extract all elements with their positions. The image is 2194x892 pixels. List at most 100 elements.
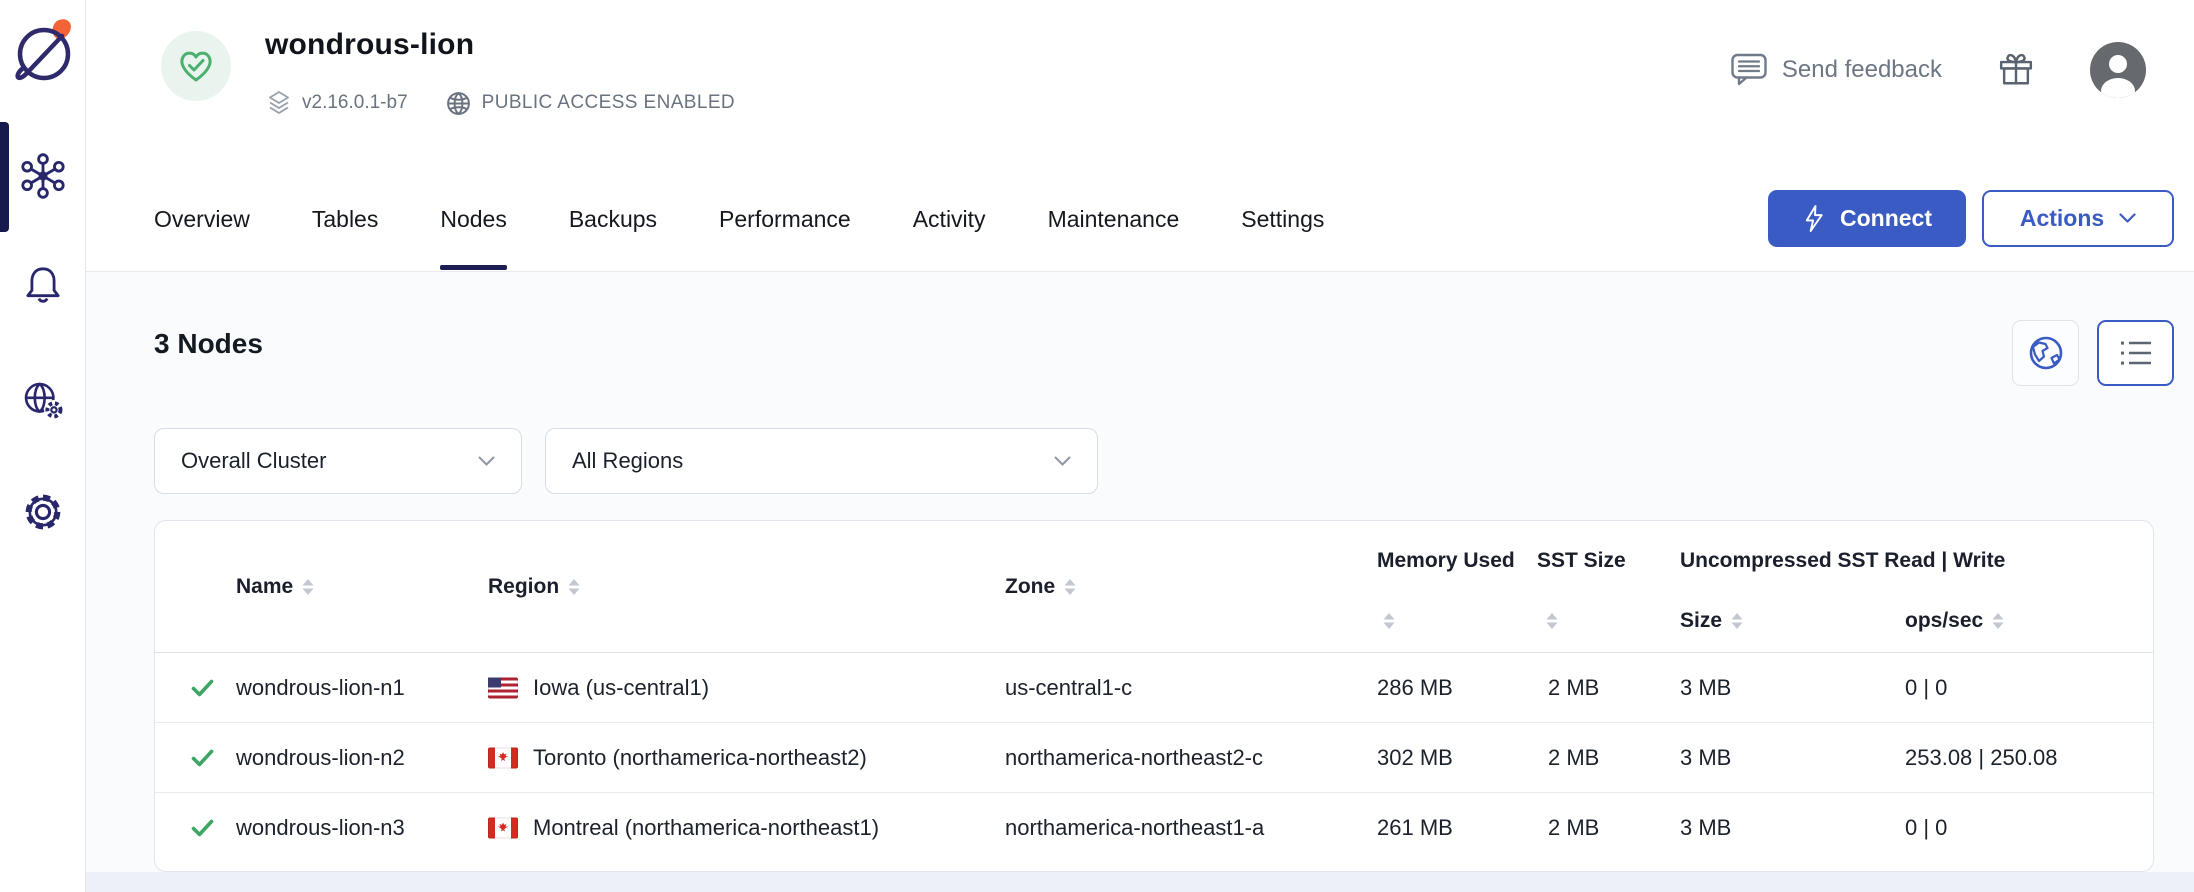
node-sst-size: 2 MB <box>1548 815 1599 841</box>
cluster-filter-select[interactable]: Overall Cluster <box>154 428 522 494</box>
column-header-region[interactable]: Region <box>488 521 580 653</box>
column-header-memory-used[interactable]: Memory Used <box>1377 537 1515 585</box>
send-feedback-label: Send feedback <box>1782 56 1942 84</box>
lightning-icon <box>1802 204 1827 233</box>
node-zone: northamerica-northeast2-c <box>1005 745 1263 771</box>
node-region: Montreal (northamerica-northeast1) <box>533 815 879 841</box>
column-header-zone[interactable]: Zone <box>1005 521 1076 653</box>
column-header-size[interactable]: Size <box>1680 597 1743 645</box>
sort-arrows-icon <box>302 579 314 595</box>
header-actions: Send feedback <box>1729 42 2146 98</box>
connect-label: Connect <box>1840 205 1932 232</box>
sidebar-item-network[interactable] <box>0 378 86 422</box>
ca-flag-icon <box>488 818 518 839</box>
node-name: wondrous-lion-n2 <box>236 745 405 771</box>
region-filter-value: All Regions <box>572 448 683 474</box>
user-avatar[interactable] <box>2090 42 2146 98</box>
tab-performance[interactable]: Performance <box>719 206 851 237</box>
gift-button[interactable] <box>1998 52 2034 88</box>
node-uncompressed-size: 3 MB <box>1680 745 1731 771</box>
tab-maintenance[interactable]: Maintenance <box>1048 206 1180 237</box>
actions-button[interactable]: Actions <box>1982 190 2174 247</box>
active-indicator <box>0 122 9 232</box>
cluster-version: v2.16.0.1-b7 <box>267 90 408 116</box>
gift-icon <box>1998 52 2034 88</box>
nodes-table-body: wondrous-lion-n1 Iowa (us-central1) us-c… <box>155 653 2153 863</box>
node-read-write-ops: 0 | 0 <box>1905 815 1947 841</box>
node-zone: northamerica-northeast1-a <box>1005 815 1264 841</box>
nodes-table: Name Region Zone Memory Used SST Size Un… <box>154 520 2154 872</box>
bell-icon <box>22 263 64 305</box>
cluster-filter-value: Overall Cluster <box>181 448 326 474</box>
node-memory-used: 261 MB <box>1377 815 1453 841</box>
app-logo[interactable] <box>10 10 78 94</box>
cluster-health-badge <box>161 31 231 101</box>
node-table-row: wondrous-lion-n2 Toronto (northamerica-n… <box>155 723 2153 793</box>
cluster-version-label: v2.16.0.1-b7 <box>302 92 408 114</box>
healthy-check-icon <box>191 819 214 838</box>
sort-memory-used[interactable] <box>1383 597 1395 645</box>
region-filter-select[interactable]: All Regions <box>545 428 1098 494</box>
map-globe-icon <box>2026 333 2066 373</box>
cluster-name: wondrous-lion <box>265 28 474 62</box>
node-zone: us-central1-c <box>1005 675 1132 701</box>
node-table-row: wondrous-lion-n1 Iowa (us-central1) us-c… <box>155 653 2153 723</box>
sort-arrows-icon <box>1731 613 1743 629</box>
tab-activity[interactable]: Activity <box>913 206 986 237</box>
list-view-button[interactable] <box>2097 320 2174 386</box>
us-flag-icon <box>488 677 518 698</box>
node-read-write-ops: 253.08 | 250.08 <box>1905 745 2058 771</box>
sidebar-item-clusters[interactable] <box>0 152 86 200</box>
node-sst-size: 2 MB <box>1548 675 1599 701</box>
node-memory-used: 302 MB <box>1377 745 1453 771</box>
sort-sst-size[interactable] <box>1546 597 1558 645</box>
node-memory-used: 286 MB <box>1377 675 1453 701</box>
layers-icon <box>267 90 291 116</box>
heart-check-icon <box>176 47 216 85</box>
sidebar <box>0 0 86 892</box>
page-footer-strip <box>86 872 2194 892</box>
chevron-down-icon <box>478 456 495 467</box>
node-table-row: wondrous-lion-n3 Montreal (northamerica-… <box>155 793 2153 863</box>
map-view-button[interactable] <box>2012 320 2079 386</box>
node-region: Toronto (northamerica-northeast2) <box>533 745 867 771</box>
column-header-ops-sec[interactable]: ops/sec <box>1905 597 2004 645</box>
tab-nodes[interactable]: Nodes <box>440 206 506 237</box>
ca-flag-icon <box>488 747 518 768</box>
send-feedback-button[interactable]: Send feedback <box>1729 51 1942 89</box>
tab-settings[interactable]: Settings <box>1241 206 1324 237</box>
column-group-uncompressed-sst: Uncompressed SST Read | Write <box>1680 537 2005 585</box>
node-region: Iowa (us-central1) <box>533 675 709 701</box>
page-header: wondrous-lion v2.16.0.1-b7 PUBLIC ACCESS… <box>86 0 2194 272</box>
sort-arrows-icon <box>1546 613 1558 629</box>
chevron-down-icon <box>1054 456 1071 467</box>
node-uncompressed-size: 3 MB <box>1680 815 1731 841</box>
sort-arrows-icon <box>568 579 580 595</box>
node-sst-size: 2 MB <box>1548 745 1599 771</box>
public-access-status: PUBLIC ACCESS ENABLED <box>446 91 735 116</box>
list-icon <box>2118 338 2154 368</box>
healthy-check-icon <box>191 748 214 767</box>
connect-button[interactable]: Connect <box>1768 190 1966 247</box>
column-header-name[interactable]: Name <box>236 521 314 653</box>
nodes-section: 3 Nodes Overall Cluster All Regions Nam <box>86 272 2194 892</box>
sort-arrows-icon <box>1992 613 2004 629</box>
cluster-tabs: Overview Tables Nodes Backups Performanc… <box>154 206 1324 237</box>
column-header-sst-size[interactable]: SST Size <box>1537 537 1626 585</box>
tab-tables[interactable]: Tables <box>312 206 378 237</box>
healthy-check-icon <box>191 678 214 697</box>
node-name: wondrous-lion-n3 <box>236 815 405 841</box>
node-read-write-ops: 0 | 0 <box>1905 675 1947 701</box>
nodes-table-header: Name Region Zone Memory Used SST Size Un… <box>155 521 2153 653</box>
sidebar-item-alerts[interactable] <box>0 263 86 305</box>
sort-arrows-icon <box>1383 613 1395 629</box>
tab-backups[interactable]: Backups <box>569 206 657 237</box>
sidebar-item-settings[interactable] <box>0 490 86 534</box>
gear-icon <box>21 490 65 534</box>
cluster-meta: v2.16.0.1-b7 PUBLIC ACCESS ENABLED <box>267 90 735 116</box>
tab-overview[interactable]: Overview <box>154 206 250 237</box>
chevron-down-icon <box>2119 213 2136 224</box>
public-access-label: PUBLIC ACCESS ENABLED <box>482 92 735 114</box>
planet-logo-icon <box>11 14 77 90</box>
clusters-icon <box>19 152 67 200</box>
